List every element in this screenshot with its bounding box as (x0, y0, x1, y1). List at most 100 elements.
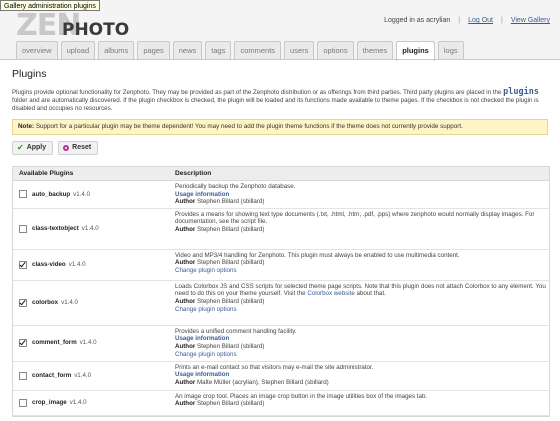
plugin-version: v1.4.0 (68, 260, 86, 268)
plugin-checkbox[interactable] (19, 260, 27, 269)
plugin-version: v1.4.0 (73, 190, 91, 198)
plugin-author: Author Malte Müller (acrylian), Stephen … (175, 379, 549, 387)
page-title: Plugins (12, 68, 47, 80)
table-header: Available Plugins Description (13, 167, 549, 181)
intro-part2: folder and are automatically discovered.… (12, 97, 539, 112)
table-row: comment_form v1.4.0 Provides a unified com… (13, 326, 549, 362)
plugin-rows: auto_backup v1.4.0 Periodically backup the… (13, 181, 549, 416)
plugin-author: Author Stephen Billard (sbillard) (175, 198, 549, 206)
plugins-table: Available Plugins Description auto_backu… (12, 166, 550, 417)
description-cell: Provides a unified comment handling faci… (171, 326, 549, 361)
plugin-description: An image crop tool. Places an image crop… (175, 392, 428, 400)
tab-pages[interactable]: pages (137, 41, 170, 60)
tab-news[interactable]: news (172, 41, 203, 60)
table-row: class-textobject v1.4.0 Provides a means f… (13, 209, 549, 250)
plugin-name: class-textobject (32, 224, 79, 232)
plugin-author: Author Stephen Billard (sbillard) (175, 298, 549, 306)
plugin-checkbox[interactable] (19, 224, 27, 233)
reset-label: Reset (72, 144, 92, 151)
tab-options[interactable]: options (317, 41, 354, 60)
reset-icon (63, 145, 70, 151)
main-tabs: overview upload albums pages news tags c… (16, 41, 464, 61)
table-row: crop_image v1.4.0 An image crop tool. Plac… (13, 391, 549, 416)
plugin-name: crop_image (32, 398, 67, 406)
plugin-checkbox[interactable] (19, 190, 27, 199)
apply-label: Apply (26, 144, 47, 151)
note-label: Note: (18, 123, 35, 130)
plugin-version: v1.4.0 (69, 398, 87, 406)
tab-albums[interactable]: albums (98, 41, 135, 60)
change-plugin-options-link[interactable]: Change plugin options (175, 306, 549, 314)
author-label: Author (175, 378, 196, 386)
plugin-cell: contact_form v1.4.0 (13, 362, 171, 390)
author-name: Stephen Billard (sbillard) (197, 342, 265, 350)
tab-logs[interactable]: logs (437, 41, 464, 60)
table-row: colorbox v1.4.0 Loads Colorbox JS and CSS … (13, 281, 549, 326)
main-content: Plugins Plugins provide optional functio… (12, 65, 550, 417)
plugin-name: colorbox (32, 298, 59, 306)
author-label: Author (175, 225, 196, 233)
description-cell: Video and MP3/4 handling for Zenphoto. T… (171, 250, 549, 280)
tab-themes[interactable]: themes (356, 41, 394, 60)
description-cell: An image crop tool. Places an image crop… (171, 391, 549, 415)
plugin-version: v1.4.0 (61, 298, 78, 306)
plugin-version: v1.4.0 (74, 371, 92, 379)
separator: | (458, 17, 461, 24)
tab-comments[interactable]: comments (234, 41, 282, 60)
author-name: Stephen Billard (sbillard) (197, 225, 265, 233)
separator: | (501, 17, 503, 24)
tooltip: Gallery administration plugins (0, 0, 100, 11)
tab-overview[interactable]: overview (16, 41, 58, 60)
usage-information-link[interactable]: Usage information (175, 335, 549, 343)
author-label: Author (175, 342, 196, 350)
tab-divider (0, 59, 560, 60)
plugin-author: Author Stephen Billard (sbillard) (175, 400, 549, 408)
apply-button[interactable]: ✔ Apply (12, 141, 54, 155)
change-plugin-options-link[interactable]: Change plugin options (175, 351, 549, 359)
plugin-version: v1.4.0 (81, 224, 99, 232)
plugin-description: Provides a means for showing text type d… (175, 210, 535, 226)
action-buttons: ✔ Apply Reset (12, 141, 548, 155)
user-bar: Logged in as acrylian | Log Out | View G… (384, 17, 550, 24)
plugin-description-end: about that. (356, 290, 386, 298)
plugin-author: Author Stephen Billard (sbillard) (175, 343, 549, 351)
author-label: Author (175, 297, 196, 305)
plugin-cell: auto_backup v1.4.0 (13, 181, 171, 208)
plugin-name: class-video (32, 260, 66, 268)
logout-link[interactable]: Log Out (468, 17, 493, 24)
author-name: Malte Müller (acrylian), Stephen Billard… (197, 378, 329, 386)
plugin-name: auto_backup (32, 190, 71, 198)
tab-tags[interactable]: tags (205, 41, 232, 60)
change-plugin-options-link[interactable]: Change plugin options (175, 267, 549, 275)
plugin-author: Author Stephen Billard (sbillard) (175, 226, 549, 234)
note-text: Support for a particular plugin may be t… (35, 123, 463, 130)
tab-upload[interactable]: upload (60, 41, 96, 60)
author-label: Author (175, 400, 196, 408)
tab-plugins[interactable]: plugins (396, 41, 435, 61)
plugin-description: Periodically backup the Zenphoto databas… (175, 183, 296, 190)
description-cell: Loads Colorbox JS and CSS scripts for se… (171, 281, 549, 325)
usage-information-link[interactable]: Usage information (175, 191, 549, 199)
plugin-name: comment_form (32, 339, 77, 347)
tab-users[interactable]: users (284, 41, 315, 60)
col-header-description: Description (175, 170, 212, 177)
description-cell: Periodically backup the Zenphoto databas… (171, 181, 549, 208)
author-label: Author (175, 259, 196, 267)
plugin-cell: colorbox v1.4.0 (13, 281, 171, 325)
plugin-checkbox[interactable] (19, 298, 27, 307)
author-name: Stephen Billard (sbillard) (197, 198, 265, 206)
description-cell: Prints an e-mail contact so that visitor… (171, 362, 549, 390)
plugin-checkbox[interactable] (19, 398, 27, 407)
table-row: class-video v1.4.0 Video and MP3/4 handlin… (13, 250, 549, 281)
reset-button[interactable]: Reset (58, 141, 99, 155)
author-name: Stephen Billard (sbillard) (197, 400, 265, 408)
author-label: Author (175, 198, 196, 206)
table-row: auto_backup v1.4.0 Periodically backup the… (13, 181, 549, 209)
plugin-checkbox[interactable] (19, 339, 27, 348)
plugin-cell: comment_form v1.4.0 (13, 326, 171, 361)
colorbox-website-link[interactable]: Colorbox website (307, 290, 354, 297)
plugin-description: Provides a unified comment handling faci… (175, 327, 297, 335)
usage-information-link[interactable]: Usage information (175, 371, 549, 379)
plugin-checkbox[interactable] (19, 371, 27, 380)
view-gallery-link[interactable]: View Gallery (511, 17, 550, 24)
